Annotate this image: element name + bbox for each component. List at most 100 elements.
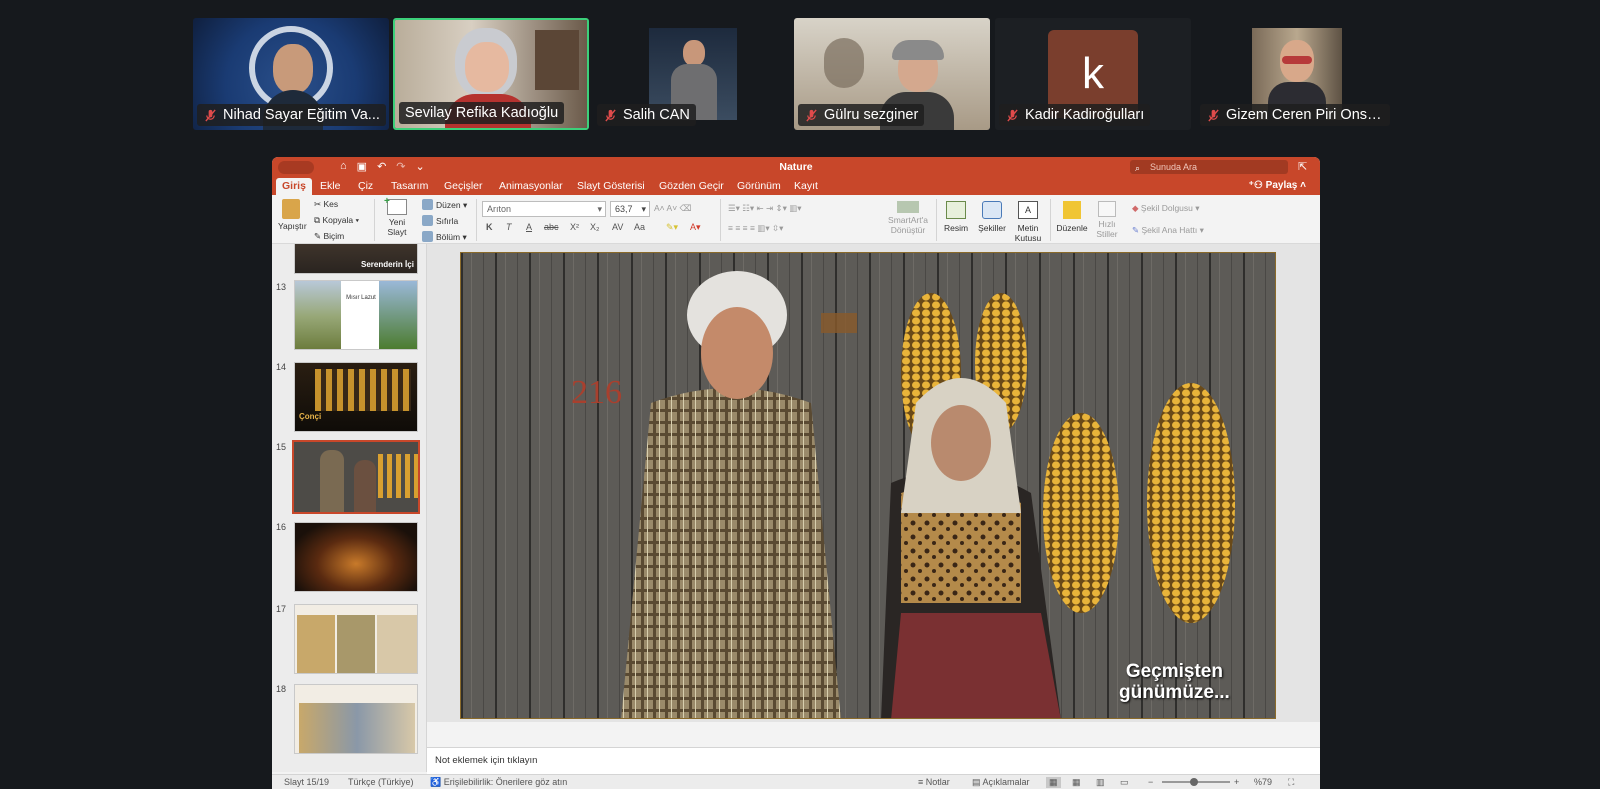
- smartart-button[interactable]: SmartArt'a Dönüştür: [884, 201, 932, 235]
- format-painter-button[interactable]: ✎ Biçim: [314, 231, 344, 242]
- tab-home[interactable]: Giriş: [276, 178, 312, 195]
- participant-name: Salih CAN: [597, 104, 696, 126]
- tab-view[interactable]: Görünüm: [731, 178, 787, 195]
- slide-number: 17: [276, 604, 287, 614]
- slide-thumbnail[interactable]: [294, 684, 418, 754]
- slide-thumbnail[interactable]: Serenderin İçi: [294, 244, 418, 274]
- collaborate-icon[interactable]: ⇱: [1298, 160, 1310, 174]
- slide-thumbnail[interactable]: Mısır Lazut: [294, 280, 418, 350]
- tab-animations[interactable]: Animasyonlar: [493, 178, 569, 195]
- tab-transitions[interactable]: Geçişler: [438, 178, 489, 195]
- language-indicator[interactable]: Türkçe (Türkiye): [348, 777, 414, 787]
- tab-review[interactable]: Gözden Geçir: [653, 178, 730, 195]
- change-case-button[interactable]: Aa: [634, 222, 645, 232]
- slide-sorter-button[interactable]: ▦: [1072, 777, 1081, 788]
- thumbnail-caption: Mısır Lazut: [346, 295, 376, 301]
- arrange-button[interactable]: Düzenle: [1056, 201, 1088, 233]
- format-label: Biçim: [323, 231, 345, 241]
- new-slide-label: Yeni Slayt: [387, 217, 407, 237]
- zoom-slider-handle[interactable]: [1190, 778, 1198, 786]
- shape-fill-button[interactable]: ◆ Şekil Dolgusu ▾: [1132, 203, 1200, 214]
- participant-tile[interactable]: Nihad Sayar Eğitim Va...: [193, 18, 389, 130]
- list-buttons[interactable]: ☰▾ ☷▾ ⇤ ⇥ ⇕▾ ▥▾: [728, 203, 802, 214]
- subscript-button[interactable]: X₂: [590, 222, 600, 232]
- slide-number: 13: [276, 282, 287, 292]
- strikethrough-button[interactable]: abc: [544, 222, 559, 232]
- share-button[interactable]: ⁺⚇ Paylaş ˄: [1249, 180, 1306, 191]
- font-size-value: 63,7: [615, 204, 633, 214]
- slide-thumbnail[interactable]: [294, 604, 418, 674]
- section-button[interactable]: Bölüm ▾: [422, 231, 467, 243]
- slide-thumbnail-selected[interactable]: [292, 440, 420, 514]
- quick-styles-icon: [1098, 201, 1116, 217]
- slide-caption[interactable]: Geçmişten günümüze...: [1119, 661, 1230, 703]
- slideshow-button[interactable]: ▭: [1120, 777, 1129, 788]
- zoom-level[interactable]: %79: [1254, 777, 1272, 787]
- italic-button[interactable]: T: [506, 222, 512, 232]
- font-color-button[interactable]: A▾: [690, 222, 701, 233]
- slide-15[interactable]: 216 Geçmişten günümüze...: [460, 252, 1276, 719]
- participant-name-text: Kadir Kadiroğulları: [1025, 107, 1145, 123]
- comments-toggle[interactable]: ▤ Açıklamalar: [972, 777, 1030, 788]
- participant-name: Sevilay Refika Kadıoğlu: [399, 102, 565, 124]
- participant-name-text: Gizem Ceren Piri Onse...: [1226, 107, 1388, 123]
- underline-button[interactable]: A: [526, 222, 532, 232]
- font-name-select[interactable]: Arıton ▾: [482, 201, 606, 217]
- tab-design[interactable]: Tasarım: [385, 178, 434, 195]
- tab-record[interactable]: Kayıt: [788, 178, 824, 195]
- reading-view-button[interactable]: ▥: [1096, 777, 1105, 788]
- share-icon: ⁺⚇: [1248, 180, 1266, 191]
- shape-outline-button[interactable]: ✎ Şekil Ana Hattı ▾: [1132, 225, 1204, 236]
- bold-button[interactable]: K: [486, 222, 493, 232]
- participant-tile[interactable]: Salih CAN: [593, 18, 789, 130]
- accessibility-icon: ♿: [430, 777, 444, 787]
- shapes-button[interactable]: Şekiller: [976, 201, 1008, 233]
- reset-button[interactable]: Sıfırla: [422, 215, 458, 226]
- notes-toggle[interactable]: ≡ Notlar: [918, 777, 950, 787]
- slide-number: 16: [276, 522, 287, 532]
- tab-slideshow[interactable]: Slayt Gösterisi: [571, 178, 651, 195]
- zoom-out-button[interactable]: −: [1148, 777, 1153, 787]
- search-placeholder: Sunuda Ara: [1150, 162, 1198, 172]
- quick-styles-label: Hızlı Stiller: [1096, 219, 1118, 239]
- normal-view-button[interactable]: ▦: [1046, 777, 1061, 788]
- slide-thumbnail[interactable]: Çonçi: [294, 362, 418, 432]
- copy-button[interactable]: ⧉ Kopyala ▾: [314, 215, 359, 226]
- alignment-buttons[interactable]: ≡ ≡ ≡ ≡ ▥▾ ⇳▾: [728, 223, 783, 234]
- search-input[interactable]: ⌕ Sunuda Ara: [1130, 160, 1288, 174]
- font-grow-shrink-buttons[interactable]: A˄ A˅ ⌫: [654, 203, 692, 214]
- slide-counter: Slayt 15/19: [284, 777, 330, 787]
- participant-tile[interactable]: Gizem Ceren Piri Onse...: [1196, 18, 1392, 130]
- tab-insert[interactable]: Ekle: [314, 178, 346, 195]
- tab-draw[interactable]: Çiz: [352, 178, 379, 195]
- thumbnail-image: [297, 615, 335, 673]
- character-spacing-button[interactable]: AV: [612, 222, 623, 232]
- divider: [1050, 199, 1051, 241]
- slide-thumbnail[interactable]: [294, 522, 418, 592]
- slide-thumbnails-pane[interactable]: Serenderin İçi 13 Mısır Lazut 14 Çonçi 1…: [272, 244, 427, 772]
- picture-button[interactable]: Resim: [942, 201, 970, 233]
- picture-label: Resim: [943, 223, 969, 233]
- slide-canvas[interactable]: 216 Geçmişten günümüze...: [427, 244, 1320, 722]
- accessibility-indicator[interactable]: ♿ Erişilebilirlik: Önerilere göz atın: [430, 777, 567, 788]
- notes-icon: ≡: [918, 777, 926, 787]
- participant-tile[interactable]: Gülru sezginer: [794, 18, 990, 130]
- participant-tile-active-speaker[interactable]: Sevilay Refika Kadıoğlu: [393, 18, 589, 130]
- textbox-button[interactable]: A Metin Kutusu: [1012, 201, 1044, 243]
- quick-styles-button[interactable]: Hızlı Stiller: [1092, 201, 1122, 239]
- superscript-button[interactable]: X²: [570, 222, 579, 232]
- thumbnail-caption: Serenderin İçi: [361, 260, 414, 269]
- paste-button[interactable]: Yapıştır: [278, 199, 307, 231]
- highlight-button[interactable]: ✎▾: [666, 222, 678, 233]
- font-size-select[interactable]: 63,7 ▾: [610, 201, 650, 217]
- slide-number: 14: [276, 362, 287, 372]
- new-slide-button[interactable]: + Yeni Slayt: [382, 196, 412, 237]
- cut-button[interactable]: ✂ Kes: [314, 199, 338, 210]
- participant-tile[interactable]: k Kadir Kadiroğulları: [995, 18, 1191, 130]
- layout-button[interactable]: Düzen ▾: [422, 199, 467, 211]
- zoom-in-button[interactable]: +: [1234, 777, 1239, 787]
- shapes-label: Şekiller: [978, 223, 1006, 233]
- smartart-icon: [897, 201, 919, 213]
- notes-pane[interactable]: Not eklemek için tıklayın: [427, 747, 1320, 774]
- fit-slide-button[interactable]: ⛶: [1288, 777, 1294, 788]
